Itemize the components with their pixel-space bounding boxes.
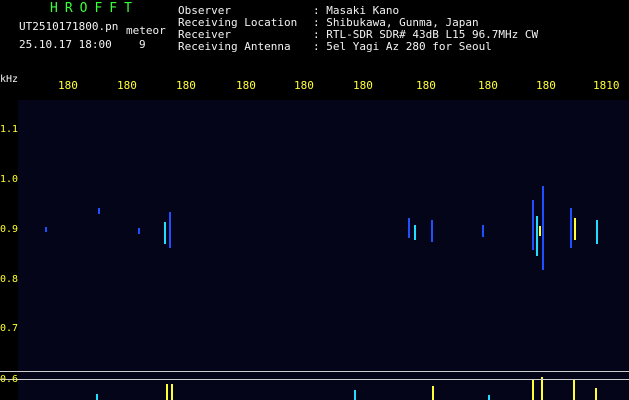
x-tick-label: 1810 — [593, 79, 620, 92]
level-bar — [488, 395, 490, 400]
signal-trace — [169, 212, 171, 248]
x-tick-label: 180 — [58, 79, 78, 92]
signal-trace — [536, 216, 538, 256]
y-tick-label: 0.6 — [0, 374, 19, 385]
x-tick-label: 180 — [117, 79, 137, 92]
observation-metadata: Observer: Masaki Kano Receiving Location… — [178, 5, 538, 53]
level-bar — [541, 377, 543, 400]
y-tick-label: 0.8 — [0, 274, 19, 285]
level-bar — [171, 384, 173, 400]
x-tick-label: 180 — [176, 79, 196, 92]
y-tick-label: 1.1 — [0, 124, 19, 135]
level-bar — [532, 380, 534, 400]
level-bar — [432, 386, 434, 400]
signal-trace — [532, 200, 534, 250]
signal-trace — [138, 228, 140, 234]
signal-trace — [482, 225, 484, 237]
level-bar — [96, 394, 98, 400]
level-bar — [354, 390, 356, 400]
signal-trace — [539, 226, 541, 236]
meta-value: : 5el Yagi Az 280 for Seoul — [313, 40, 492, 53]
spectrogram — [18, 100, 629, 400]
x-tick-label: 180 — [416, 79, 436, 92]
signal-trace — [164, 222, 166, 244]
signal-trace — [574, 218, 576, 240]
x-tick-label: 180 — [478, 79, 498, 92]
signal-trace — [45, 227, 47, 232]
baseline-line — [0, 379, 629, 380]
x-tick-label: 180 — [353, 79, 373, 92]
level-bar — [166, 384, 168, 400]
level-bar — [595, 388, 597, 400]
meteor-label: meteor — [126, 24, 166, 37]
y-tick-label: 0.7 — [0, 323, 19, 334]
x-tick-label: 180 — [236, 79, 256, 92]
meteor-count: 9 — [139, 38, 146, 51]
signal-trace — [431, 220, 433, 242]
x-tick-label: 180 — [536, 79, 556, 92]
signal-trace — [542, 186, 544, 270]
signal-trace — [408, 218, 410, 238]
signal-trace — [596, 220, 598, 244]
date-time: 25.10.17 18:00 — [19, 38, 112, 51]
file-name: UT2510171800.pn — [19, 20, 119, 33]
signal-trace — [98, 208, 100, 214]
meta-row-antenna: Receiving Antenna : 5el Yagi Az 280 for S… — [178, 41, 538, 53]
signal-trace — [414, 225, 416, 240]
frequency-unit-label: kHz — [0, 74, 19, 85]
signal-trace — [570, 208, 572, 248]
y-tick-label: 0.9 — [0, 224, 19, 235]
y-tick-label: 1.0 — [0, 174, 19, 185]
app-title: HROFFT — [50, 1, 139, 16]
meta-label: Receiving Antenna — [178, 40, 291, 53]
baseline-line — [0, 371, 629, 372]
level-bar — [573, 380, 575, 400]
x-tick-label: 180 — [294, 79, 314, 92]
